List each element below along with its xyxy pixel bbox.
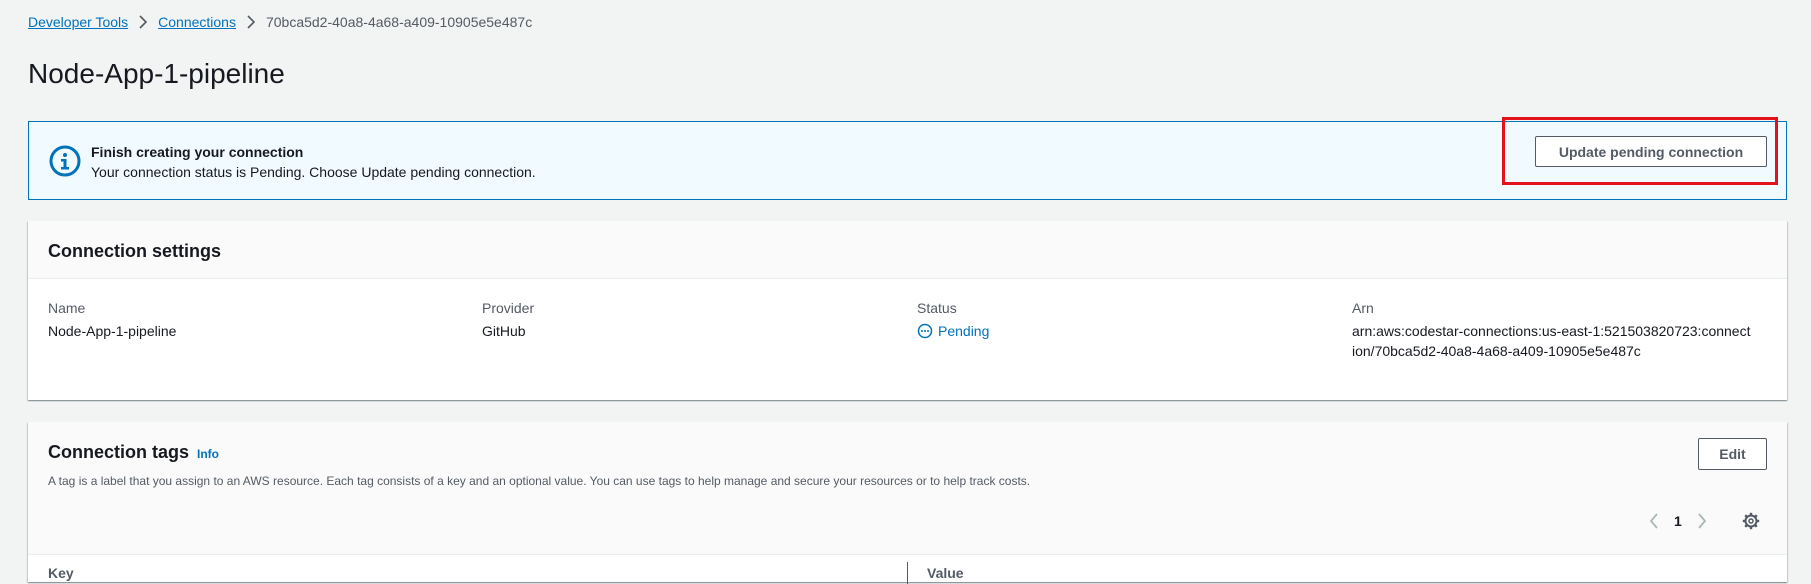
- status-pending-icon: [917, 323, 933, 339]
- field-value: GitHub: [482, 323, 526, 339]
- field-label: Name: [48, 300, 86, 316]
- alert-title: Finish creating your connection: [91, 144, 304, 160]
- field-arn: Arn arn:aws:codestar-connections:us-east…: [1352, 299, 1772, 361]
- field-value: Node-App-1-pipeline: [48, 323, 177, 339]
- field-label: Arn: [1352, 300, 1374, 316]
- alert-message: Your connection status is Pending. Choos…: [91, 164, 536, 180]
- pagination: 1: [1648, 512, 1708, 530]
- field-provider: Provider GitHub: [482, 299, 902, 341]
- status-indicator: Pending: [917, 321, 1337, 341]
- tags-description: A tag is a label that you assign to an A…: [48, 474, 1031, 488]
- connection-settings-title: Connection settings: [48, 241, 222, 261]
- connection-tags-title: Connection tags: [48, 442, 190, 462]
- update-pending-connection-button[interactable]: Update pending connection: [1535, 136, 1767, 167]
- column-divider[interactable]: [907, 562, 908, 584]
- edit-tags-button[interactable]: Edit: [1698, 438, 1767, 470]
- breadcrumb: Developer Tools Connections 70bca5d2-40a…: [28, 14, 532, 30]
- field-name: Name Node-App-1-pipeline: [48, 299, 468, 341]
- tags-title-row: Connection tags Info: [48, 442, 219, 463]
- status-text: Pending: [938, 323, 990, 339]
- connection-settings-panel: Connection settings Name Node-App-1-pipe…: [28, 221, 1787, 400]
- page-title: Node-App-1-pipeline: [28, 58, 285, 89]
- connection-settings-header: Connection settings: [28, 221, 1787, 279]
- field-label: Status: [917, 300, 957, 316]
- chevron-right-icon: [138, 15, 148, 29]
- breadcrumb-connections[interactable]: Connections: [158, 14, 236, 30]
- gear-icon[interactable]: [1742, 512, 1760, 535]
- next-page-icon[interactable]: [1696, 512, 1708, 530]
- info-icon: [48, 144, 82, 178]
- breadcrumb-current: 70bca5d2-40a8-4a68-a409-10905e5e487c: [265, 14, 533, 30]
- connection-tags-panel: Connection tags Info A tag is a label th…: [28, 422, 1787, 584]
- column-header-value[interactable]: Value: [927, 565, 964, 581]
- info-link[interactable]: Info: [197, 447, 219, 461]
- field-status: Status Pending: [917, 299, 1337, 341]
- connection-tags-header: Connection tags Info A tag is a label th…: [28, 422, 1787, 555]
- current-page[interactable]: 1: [1674, 513, 1682, 529]
- chevron-right-icon: [246, 15, 256, 29]
- field-value: arn:aws:codestar-connections:us-east-1:5…: [1352, 323, 1751, 359]
- breadcrumb-developer-tools[interactable]: Developer Tools: [28, 14, 128, 30]
- previous-page-icon[interactable]: [1648, 512, 1660, 530]
- field-label: Provider: [482, 300, 535, 316]
- pending-connection-alert: Finish creating your connection Your con…: [28, 121, 1787, 200]
- column-header-key[interactable]: Key: [48, 565, 74, 581]
